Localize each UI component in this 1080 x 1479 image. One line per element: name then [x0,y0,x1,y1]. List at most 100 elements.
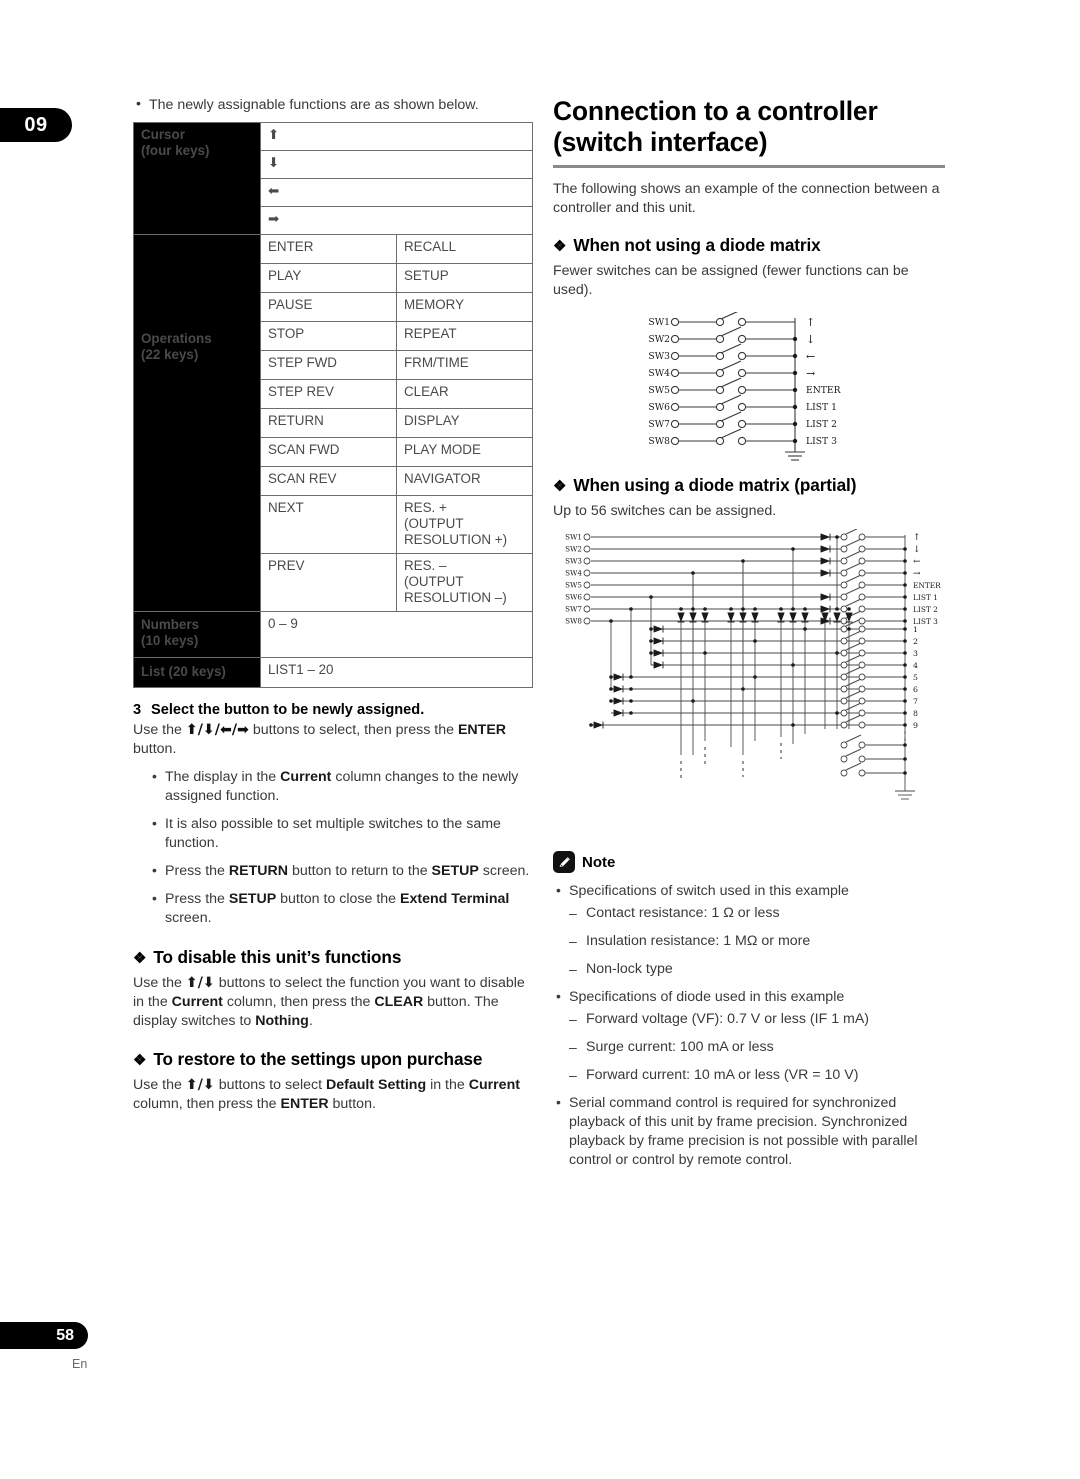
op-cell: MEMORY [396,292,533,322]
op-cell: ENTER [260,234,397,264]
svg-text:SW3: SW3 [648,351,670,362]
svg-text:SW8: SW8 [648,436,670,447]
arrow-down-icon: ⬇ [268,156,280,171]
numbers-value-cell: 0 – 9 [260,611,533,658]
svg-text:6: 6 [913,685,918,694]
pencil-glyph [559,856,570,867]
manual-page: 09 The newly assignable functions are as… [0,0,1080,1479]
svg-text:SW3: SW3 [565,557,582,566]
svg-text:3: 3 [913,649,918,658]
svg-text:↑: ↑ [913,533,921,543]
svg-text:LIST 3: LIST 3 [806,436,837,447]
step3-body-part1: Use the [133,722,186,738]
note-block: Note Specifications of switch used in th… [553,851,945,1170]
svg-text:SW2: SW2 [565,545,582,554]
svg-text:LIST 1: LIST 1 [806,402,837,413]
category-cursor: Cursor (four keys) [133,122,261,235]
op-cell: DISPLAY [396,408,533,438]
note-item-text: Specifications of diode used in this exa… [569,989,845,1005]
op-cell: SETUP [396,263,533,293]
list-item: Press the RETURN button to return to the… [149,861,533,881]
no-diode-heading: ❖ When not using a diode matrix [553,234,945,258]
list-item: Insulation resistance: 1 MΩ or more [569,932,945,951]
page-language: En [72,1357,88,1371]
op-cell: STEP REV [260,379,397,409]
svg-text:SW5: SW5 [565,581,582,590]
note-subitem-text: Surge current: 100 mA or less [586,1039,774,1055]
list-item: It is also possible to set multiple swit… [149,814,533,853]
note-subitem-text: Forward current: 10 mA or less (VR = 10 … [586,1067,859,1083]
op-cell: NEXT [260,495,397,554]
diamond-bullet-icon: ❖ [553,238,567,255]
svg-text:←: ← [913,557,921,567]
disable-section-heading-text: To disable this unit’s functions [153,947,402,967]
cursor-arrows-icon: ⬆/⬇/⬅/➡ [185,722,249,738]
op-cell: STOP [260,321,397,351]
table-row: Numbers (10 keys) 0 – 9 [133,611,533,658]
page-number-tab: 58 [0,1322,88,1349]
category-cursor-line1: Cursor [141,127,185,142]
op-cell: RES. – (OUTPUT RESOLUTION –) [396,553,533,612]
list-item: Forward voltage (VF): 0.7 V or less (IF … [569,1010,945,1029]
left-column: The newly assignable functions are as sh… [133,95,533,1114]
svg-text:SW1: SW1 [648,317,670,328]
enter-button-ref: ENTER [457,722,507,738]
diode-heading-text: When using a diode matrix (partial) [573,475,857,495]
op-cell: PREV [260,553,397,612]
op-cell: SCAN REV [260,466,397,496]
diamond-bullet-icon: ❖ [133,1052,147,1069]
category-operations-line1: Operations [141,331,212,346]
diode-body: Up to 56 switches can be assigned. [553,503,777,519]
diagram-diode-matrix: SW1 SW2 SW3 SW4 SW5 SW6 SW7 SW8 ↑ ↓ ← → ENTE… [553,529,945,847]
step3-title: Select the button to be newly assigned. [151,702,425,718]
note-list: Specifications of switch used in this ex… [553,881,945,1170]
op-cell: NAVIGATOR [396,466,533,496]
list-item: Non-lock type [569,960,945,979]
note-subitem-text: Non-lock type [586,961,673,977]
note-header: Note [553,851,945,873]
op-cell: SCAN FWD [260,437,397,467]
table-row: Operations (22 keys) ENTER RECALL [133,234,533,612]
note-subitem-text: Insulation resistance: 1 MΩ or more [586,933,811,949]
svg-text:SW5: SW5 [648,385,670,396]
svg-text:↑: ↑ [806,316,815,329]
op-cell: PLAY [260,263,397,293]
page-title-line2: (switch interface) [553,127,768,157]
arrow-left-icon: ⬅ [268,184,280,199]
diode-heading: ❖ When using a diode matrix (partial) [553,474,945,498]
svg-text:→: → [806,367,815,380]
step3-body-part3: button. [133,741,177,757]
cursor-down-cell: ⬇ [260,150,533,179]
op-cell: CLEAR [396,379,533,409]
svg-text:LIST 2: LIST 2 [913,605,938,614]
svg-text:SW7: SW7 [565,605,582,614]
cursor-up-cell: ⬆ [260,122,533,151]
svg-text:4: 4 [913,661,918,670]
op-cell: REPEAT [396,321,533,351]
note-sublist: Forward voltage (VF): 0.7 V or less (IF … [569,1010,945,1085]
op-cell: PLAY MODE [396,437,533,467]
arrow-right-icon: ➡ [268,212,280,227]
list-item: Specifications of switch used in this ex… [553,881,945,979]
op-cell: RECALL [396,234,533,264]
svg-text:1: 1 [913,625,918,634]
assignable-functions-table: Cursor (four keys) ⬆ ⬇ ⬅ ➡ Operations (2… [133,122,533,688]
svg-text:7: 7 [913,697,918,706]
step3-number: 3 [133,702,142,718]
op-cell: PAUSE [260,292,397,322]
diamond-bullet-icon: ❖ [553,478,567,495]
disable-section-heading: ❖ To disable this unit’s functions [133,946,533,970]
note-subitem-text: Contact resistance: 1 Ω or less [586,905,780,921]
svg-text:↓: ↓ [806,333,815,346]
list-item: Surge current: 100 mA or less [569,1038,945,1057]
svg-text:LIST 1: LIST 1 [913,593,938,602]
op-cell: RETURN [260,408,397,438]
svg-text:ENTER: ENTER [913,581,941,590]
svg-text:SW1: SW1 [565,533,582,542]
svg-text:LIST 2: LIST 2 [806,419,837,430]
category-operations: Operations (22 keys) [133,234,261,612]
category-cursor-line2: (four keys) [141,143,210,158]
restore-section-heading-text: To restore to the settings upon purchase [153,1049,483,1069]
note-label: Note [582,853,616,871]
list-item: Press the SETUP button to close the Exte… [149,889,533,928]
